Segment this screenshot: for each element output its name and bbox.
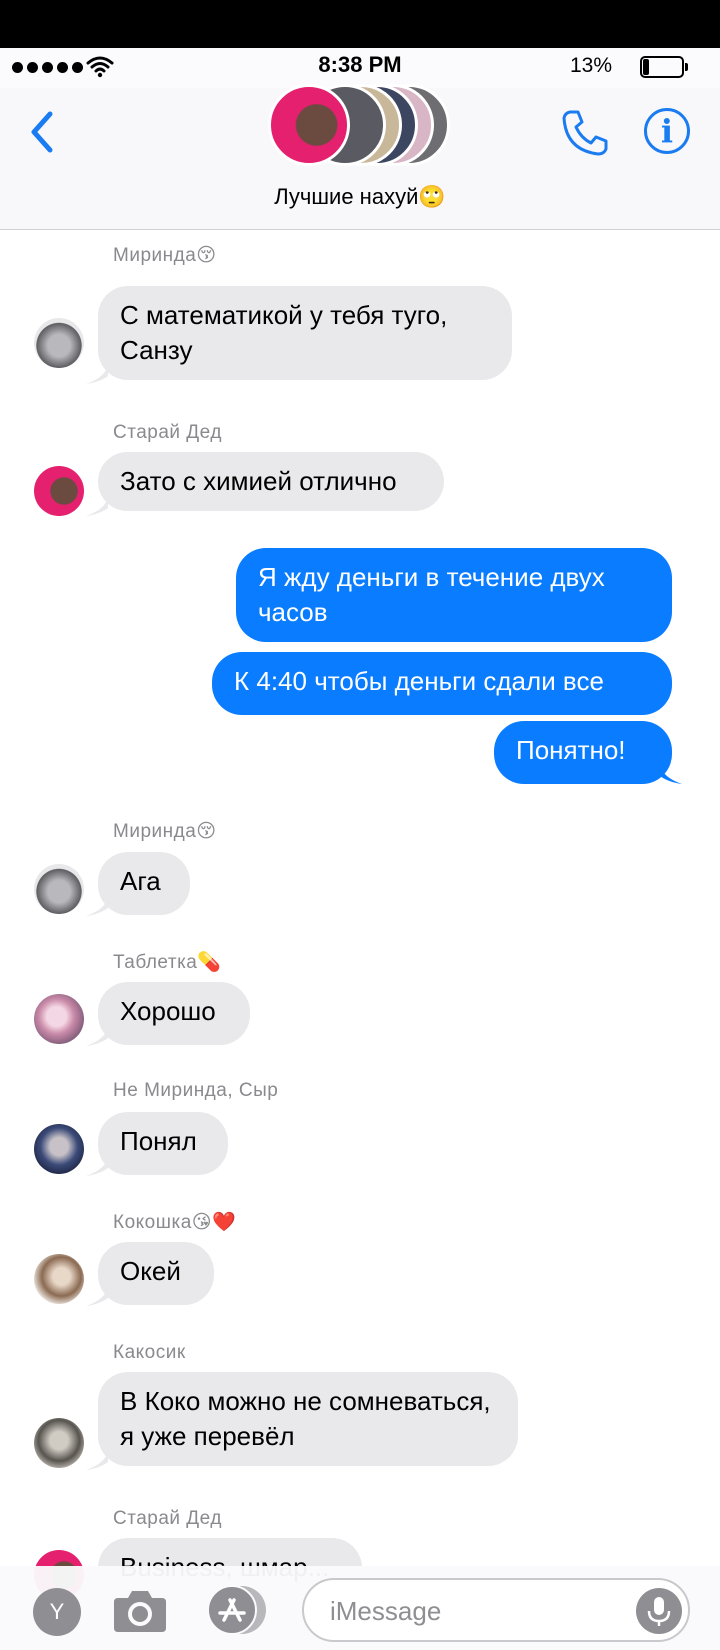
incoming-message[interactable]: Хорошо [98, 982, 250, 1045]
battery-percent: 13% [569, 54, 612, 77]
avatar [34, 864, 84, 914]
outgoing-message[interactable]: Понятно! [494, 721, 672, 784]
microphone-icon[interactable] [636, 1588, 682, 1634]
app-store-icon[interactable] [204, 1584, 270, 1636]
sender-name: Старай Дед [113, 1508, 222, 1529]
incoming-message[interactable]: Ага [98, 852, 190, 915]
sender-name: Миринда😚 [113, 821, 217, 842]
sender-name: Миринда😚 [113, 245, 217, 266]
sender-name: Кокошка😘❤️ [113, 1212, 237, 1233]
imessage-text-field[interactable] [302, 1578, 690, 1642]
incoming-message[interactable]: Окей [98, 1242, 214, 1305]
outgoing-message[interactable]: Я жду деньги в течение двух часов [236, 548, 672, 642]
sender-name: Таблетка💊 [113, 952, 222, 973]
y-app-button[interactable]: Y [33, 1588, 81, 1636]
avatar [34, 994, 84, 1044]
incoming-message[interactable]: Понял [98, 1112, 228, 1175]
sender-name: Какосик [113, 1342, 186, 1363]
incoming-message[interactable]: В Коко можно не сомневаться, я уже перев… [98, 1372, 518, 1466]
avatar [34, 1124, 84, 1174]
sender-name: Старай Дед [113, 422, 222, 443]
camera-icon[interactable] [112, 1586, 168, 1634]
top-black-bar [0, 0, 720, 48]
phone-icon[interactable] [560, 106, 612, 158]
status-time: 8:38 PM [318, 52, 402, 77]
incoming-message[interactable]: С математикой у тебя туго, Санзу [98, 286, 512, 380]
group-name[interactable]: Лучшие нахуй🙄 [0, 184, 720, 210]
sender-name: Не Миринда, Сыр [113, 1080, 279, 1101]
avatar [268, 84, 350, 166]
message-input[interactable] [330, 1594, 620, 1628]
avatar [34, 466, 84, 516]
info-icon[interactable]: i [644, 108, 690, 154]
battery-icon [614, 54, 704, 80]
avatar [34, 1254, 84, 1304]
avatar [34, 318, 84, 368]
group-avatar-stack[interactable] [268, 84, 458, 170]
outgoing-message[interactable]: К 4:40 чтобы деньги сдали все [212, 652, 672, 715]
back-chevron-icon[interactable] [24, 108, 64, 156]
incoming-message[interactable]: Зато с химией отлично [98, 452, 444, 511]
avatar [34, 1418, 84, 1468]
